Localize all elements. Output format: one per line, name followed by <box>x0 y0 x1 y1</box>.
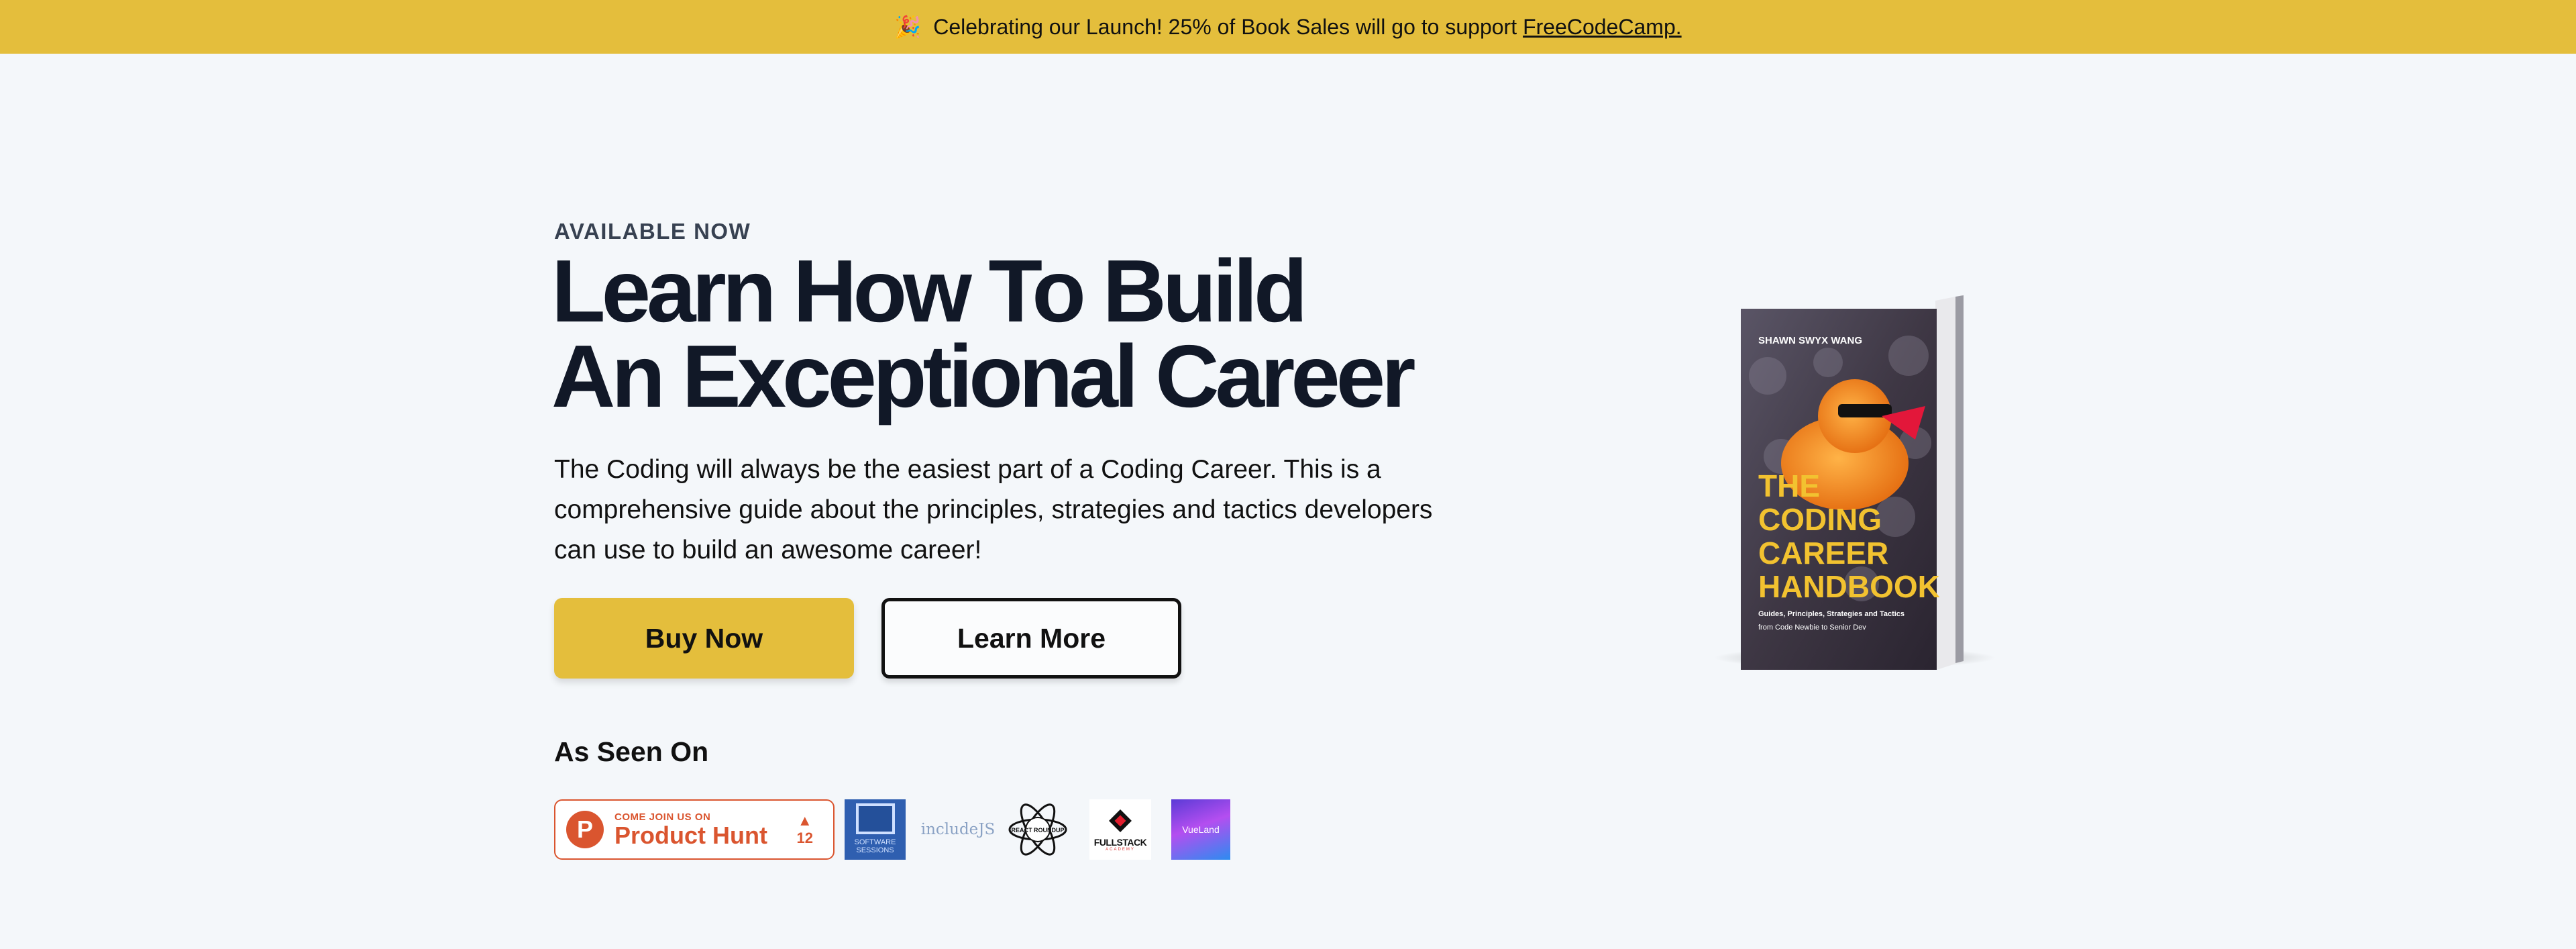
fullstack-subtext: ACADEMY <box>1106 848 1135 852</box>
headline-line-1: Learn How To Build <box>551 242 1308 340</box>
book-cover: SHAWN SWYX WANG THE CODING CAREER HANDBO… <box>1714 295 1996 670</box>
upvote-arrow-icon: ▲ <box>797 812 812 829</box>
product-hunt-name: Product Hunt <box>614 821 767 849</box>
includejs-logo[interactable]: includeJS <box>921 799 996 860</box>
learn-more-button[interactable]: Learn More <box>881 598 1181 679</box>
react-roundup-text: REACT ROUNDUP <box>1011 827 1064 834</box>
announcement-banner: 🎉 Celebrating our Launch! 25% of Book Sa… <box>0 0 2576 54</box>
software-sessions-logo[interactable]: SOFTWARE SESSIONS <box>845 799 906 860</box>
book-title-line-4: HANDBOOK <box>1758 569 1940 604</box>
headline-line-2: An Exceptional Career <box>551 327 1415 426</box>
book-title-line-3: CAREER <box>1758 536 1888 570</box>
product-hunt-badge[interactable]: P COME JOIN US ON Product Hunt ▲ 12 <box>554 799 835 860</box>
banner-text: Celebrating our Launch! 25% of Book Sale… <box>933 14 1517 39</box>
hero-headline: Learn How To Build An Exceptional Career <box>551 242 1415 421</box>
diamond-icon <box>1109 809 1132 832</box>
product-hunt-small-text: COME JOIN US ON <box>614 811 711 823</box>
software-sessions-text: SOFTWARE SESSIONS <box>854 838 896 854</box>
availability-label: AVAILABLE NOW <box>554 219 751 244</box>
atom-icon: REACT ROUNDUP <box>1008 803 1067 856</box>
hero-description: The Coding will always be the easiest pa… <box>554 455 1433 564</box>
buy-now-button[interactable]: Buy Now <box>554 598 854 679</box>
freecodecamp-link[interactable]: FreeCodeCamp. <box>1523 15 1682 40</box>
book-title-line-2: CODING <box>1758 502 1882 537</box>
fullstack-academy-logo[interactable]: FULLSTACK ACADEMY <box>1089 799 1151 860</box>
product-hunt-icon: P <box>566 811 604 848</box>
as-seen-on-heading: As Seen On <box>554 736 709 767</box>
fullstack-text: FULLSTACK <box>1093 837 1147 848</box>
book-title-line-1: THE <box>1758 468 1820 503</box>
book-subtitle-1: Guides, Principles, Strategies and Tacti… <box>1758 610 1904 618</box>
react-roundup-logo[interactable]: REACT ROUNDUP <box>1006 799 1070 860</box>
book-author: SHAWN SWYX WANG <box>1758 335 1862 346</box>
party-popper-icon: 🎉 <box>894 15 922 39</box>
monitor-icon <box>855 803 895 834</box>
upvote-count: 12 <box>796 830 813 846</box>
vueland-podcast-logo[interactable]: VueLand <box>1171 799 1230 860</box>
book-subtitle-2: from Code Newbie to Senior Dev <box>1758 623 1866 632</box>
